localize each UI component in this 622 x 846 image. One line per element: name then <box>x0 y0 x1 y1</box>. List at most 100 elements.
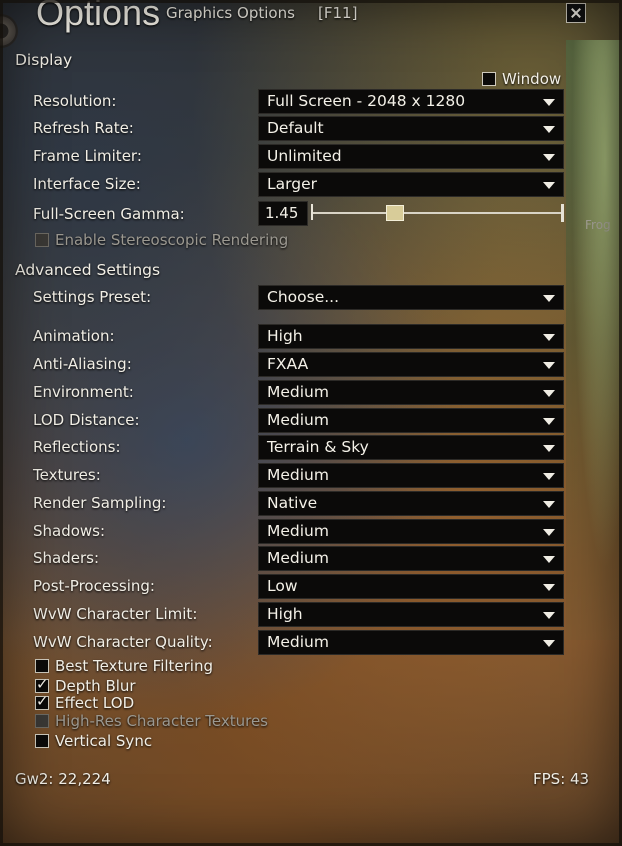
chevron-down-icon <box>543 99 555 106</box>
resolution-value: Full Screen - 2048 x 1280 <box>267 92 466 110</box>
wvw-character-quality-value: Medium <box>267 633 329 651</box>
textures-label: Textures: <box>33 466 101 484</box>
post-processing-value: Low <box>267 577 298 595</box>
window-title: Options <box>36 0 161 33</box>
environment-select[interactable]: Medium <box>258 380 564 405</box>
chevron-down-icon <box>543 501 555 508</box>
render-sampling-select[interactable]: Native <box>258 491 564 516</box>
window-checkbox-row[interactable]: Window <box>482 70 561 88</box>
interface-size-value: Larger <box>267 175 317 193</box>
chevron-down-icon <box>543 473 555 480</box>
chevron-down-icon <box>543 334 555 341</box>
settings-preset-select[interactable]: Choose... <box>258 285 564 310</box>
resolution-select[interactable]: Full Screen - 2048 x 1280 <box>258 89 564 114</box>
gamma-slider-min-cap <box>311 204 313 220</box>
settings-preset-label: Settings Preset: <box>33 288 152 306</box>
gamma-label: Full-Screen Gamma: <box>33 205 185 223</box>
chevron-down-icon <box>543 182 555 189</box>
gamma-slider-max-cap <box>561 204 564 222</box>
render-sampling-label: Render Sampling: <box>33 494 167 512</box>
stereoscopic-label: Enable Stereoscopic Rendering <box>55 231 289 249</box>
depth-blur-row[interactable]: Depth Blur <box>35 675 136 695</box>
post-processing-label: Post-Processing: <box>33 577 155 595</box>
gamma-slider-handle[interactable] <box>386 205 405 221</box>
animation-select[interactable]: High <box>258 324 564 349</box>
depth-blur-checkbox[interactable] <box>35 675 49 693</box>
anti-aliasing-value: FXAA <box>267 355 309 373</box>
anti-aliasing-label: Anti-Aliasing: <box>33 355 132 373</box>
reflections-value: Terrain & Sky <box>267 438 369 456</box>
wvw-character-limit-value: High <box>267 605 303 623</box>
display-heading: Display <box>15 51 73 69</box>
chevron-down-icon <box>543 640 555 647</box>
frame-limiter-select[interactable]: Unlimited <box>258 144 564 169</box>
environment-value: Medium <box>267 383 329 401</box>
chevron-down-icon <box>543 418 555 425</box>
shadows-label: Shadows: <box>33 522 106 540</box>
window-checkbox[interactable] <box>482 71 496 86</box>
wvw-character-limit-select[interactable]: High <box>258 602 564 627</box>
chevron-down-icon <box>543 584 555 591</box>
effect-lod-label: Effect LOD <box>55 694 135 712</box>
high-res-character-textures-checkbox[interactable] <box>35 713 49 728</box>
interface-size-label: Interface Size: <box>33 175 141 193</box>
resolution-label: Resolution: <box>33 92 117 110</box>
close-button[interactable] <box>566 3 586 23</box>
vertical-sync-label: Vertical Sync <box>55 732 153 750</box>
chevron-down-icon <box>543 390 555 397</box>
best-texture-filtering-row[interactable]: Best Texture Filtering <box>35 657 213 675</box>
animation-value: High <box>267 327 303 345</box>
depth-blur-label: Depth Blur <box>55 677 136 695</box>
tab-graphics-options[interactable]: Graphics Options <box>166 4 295 22</box>
stereoscopic-checkbox-row[interactable]: Enable Stereoscopic Rendering <box>35 231 288 249</box>
post-processing-select[interactable]: Low <box>258 574 564 599</box>
chevron-down-icon <box>543 529 555 536</box>
vertical-sync-checkbox[interactable] <box>35 733 49 748</box>
shaders-select[interactable]: Medium <box>258 546 564 571</box>
best-texture-filtering-checkbox[interactable] <box>35 658 49 673</box>
background-text: Frog <box>585 218 611 232</box>
chevron-down-icon <box>543 362 555 369</box>
chevron-down-icon <box>543 154 555 161</box>
best-texture-filtering-label: Best Texture Filtering <box>55 657 214 675</box>
high-res-character-textures-row[interactable]: High-Res Character Textures <box>35 712 268 730</box>
refresh-rate-value: Default <box>267 119 324 137</box>
anti-aliasing-select[interactable]: FXAA <box>258 352 564 377</box>
lod-distance-value: Medium <box>267 411 329 429</box>
shaders-value: Medium <box>267 549 329 567</box>
settings-preset-value: Choose... <box>267 288 340 306</box>
effect-lod-row[interactable]: Effect LOD <box>35 692 135 712</box>
refresh-rate-select[interactable]: Default <box>258 116 564 141</box>
gamma-value: 1.45 <box>258 201 308 226</box>
gear-ornament-icon <box>0 14 18 48</box>
shadows-select[interactable]: Medium <box>258 519 564 544</box>
chevron-down-icon <box>543 445 555 452</box>
shadows-value: Medium <box>267 522 329 540</box>
interface-size-select[interactable]: Larger <box>258 172 564 197</box>
wvw-character-quality-select[interactable]: Medium <box>258 630 564 655</box>
textures-value: Medium <box>267 466 329 484</box>
chevron-down-icon <box>543 295 555 302</box>
lod-distance-select[interactable]: Medium <box>258 408 564 433</box>
hotkey-label: [F11] <box>318 4 358 22</box>
wvw-character-quality-label: WvW Character Quality: <box>33 633 213 651</box>
build-number: Gw2: 22,224 <box>15 770 111 788</box>
gamma-slider-track[interactable] <box>312 212 564 214</box>
high-res-character-textures-label: High-Res Character Textures <box>55 712 268 730</box>
stereoscopic-checkbox[interactable] <box>35 232 49 247</box>
wvw-character-limit-label: WvW Character Limit: <box>33 605 198 623</box>
advanced-settings-heading: Advanced Settings <box>15 261 161 279</box>
refresh-rate-label: Refresh Rate: <box>33 119 134 137</box>
frame-limiter-label: Frame Limiter: <box>33 147 142 165</box>
lod-distance-label: LOD Distance: <box>33 411 140 429</box>
chevron-down-icon <box>543 126 555 133</box>
window-checkbox-label: Window <box>502 70 562 88</box>
effect-lod-checkbox[interactable] <box>35 692 49 710</box>
textures-select[interactable]: Medium <box>258 463 564 488</box>
environment-label: Environment: <box>33 383 134 401</box>
vertical-sync-row[interactable]: Vertical Sync <box>35 732 152 750</box>
render-sampling-value: Native <box>267 494 318 512</box>
reflections-select[interactable]: Terrain & Sky <box>258 435 564 460</box>
reflections-label: Reflections: <box>33 438 121 456</box>
chevron-down-icon <box>543 612 555 619</box>
